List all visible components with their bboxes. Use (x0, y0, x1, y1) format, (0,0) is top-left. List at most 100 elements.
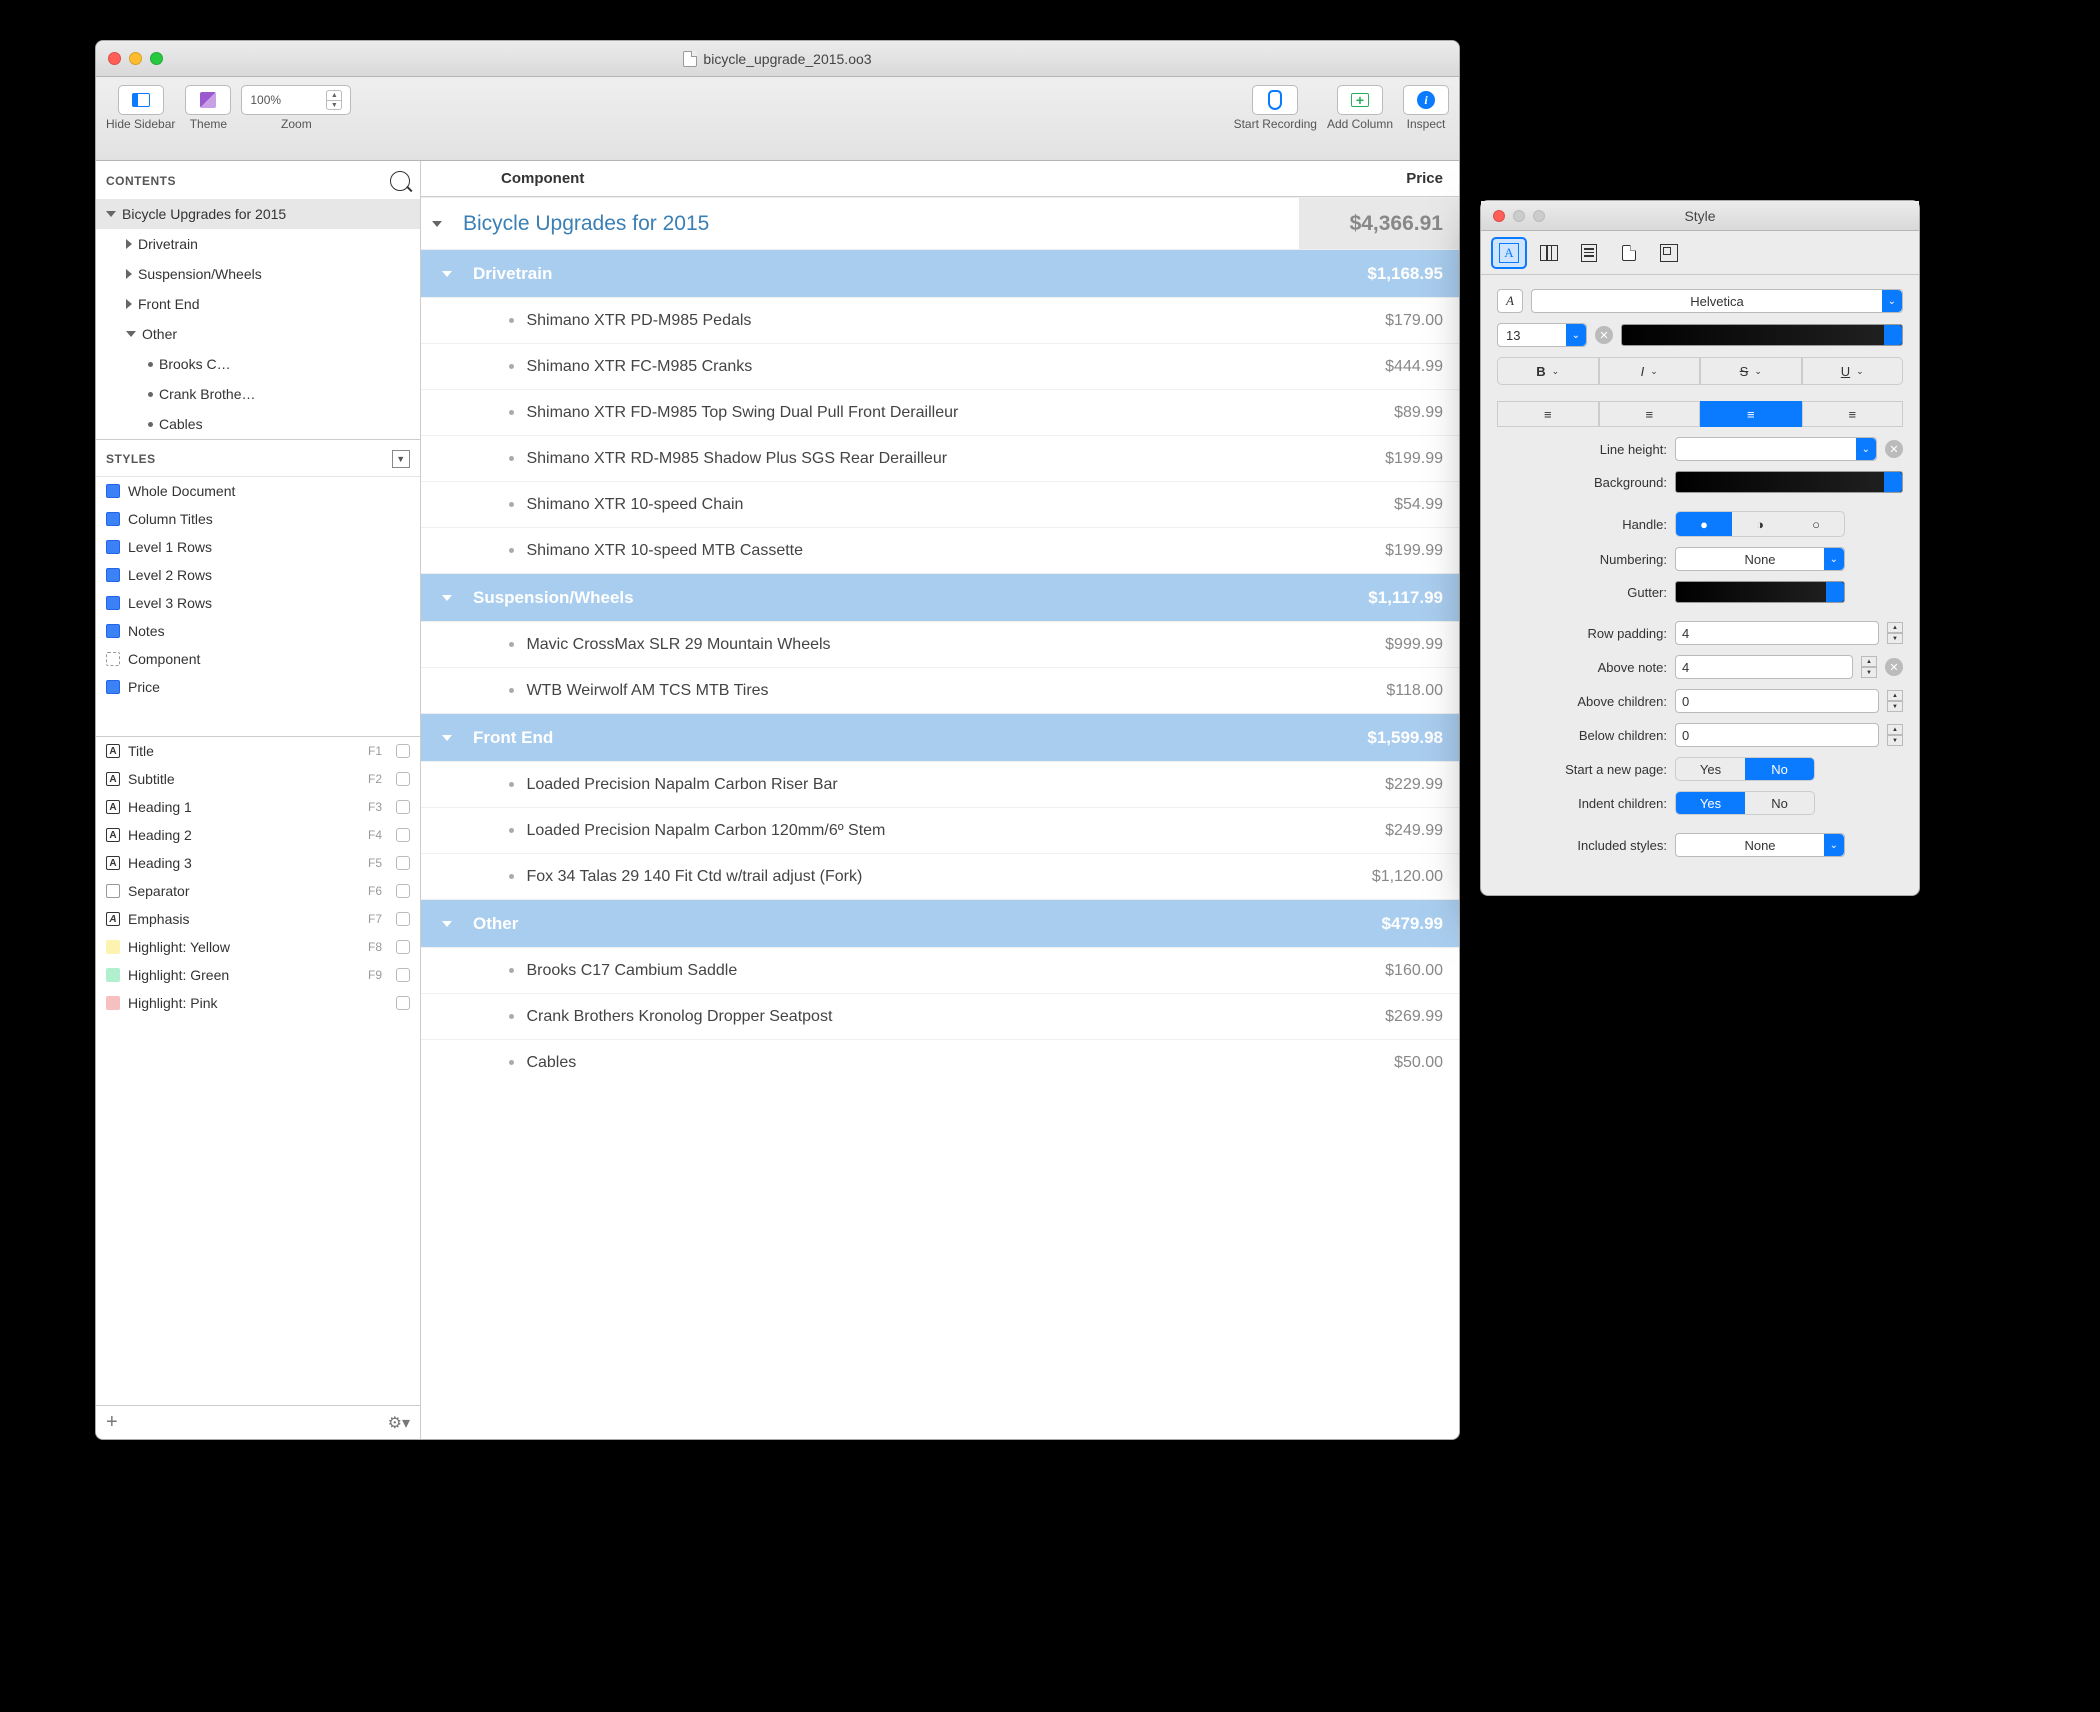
chevron-down-icon[interactable] (432, 221, 442, 227)
row-padding-input[interactable]: 4 (1675, 621, 1879, 645)
style-checkbox[interactable] (396, 912, 410, 926)
outline-row[interactable]: WTB Weirwolf AM TCS MTB Tires$118.00 (421, 667, 1459, 713)
inspector-titlebar[interactable]: Style (1481, 201, 1919, 231)
style-checkbox[interactable] (396, 968, 410, 982)
chevron-right-icon[interactable] (126, 239, 132, 249)
font-preview-icon[interactable]: A (1497, 289, 1523, 313)
strike-button[interactable]: S ⌄ (1700, 357, 1802, 385)
text-color-picker[interactable] (1621, 324, 1903, 346)
tree-item[interactable]: Cables (96, 409, 420, 439)
style-row[interactable]: AHeading 3F5 (96, 849, 420, 877)
style-row[interactable]: SeparatorF6 (96, 877, 420, 905)
font-size-select[interactable]: 13⌄ (1497, 323, 1587, 347)
style-row[interactable]: Price (96, 673, 420, 701)
style-row[interactable]: ASubtitleF2 (96, 765, 420, 793)
tree-item-other[interactable]: Other (96, 319, 420, 349)
chevron-down-icon[interactable] (442, 921, 452, 927)
background-color-picker[interactable] (1675, 471, 1903, 493)
chevron-down-icon[interactable] (442, 271, 452, 277)
numbering-select[interactable]: None⌄ (1675, 547, 1845, 571)
tab-columns[interactable] (1533, 239, 1565, 267)
hide-sidebar-button[interactable] (118, 85, 164, 115)
style-row[interactable]: Level 2 Rows (96, 561, 420, 589)
outline-row[interactable]: Loaded Precision Napalm Carbon Riser Bar… (421, 761, 1459, 807)
search-icon[interactable] (390, 171, 410, 191)
tree-item-drivetrain[interactable]: Drivetrain (96, 229, 420, 259)
align-right-button[interactable]: ≡ (1700, 401, 1802, 427)
outline-row[interactable]: Mavic CrossMax SLR 29 Mountain Wheels$99… (421, 621, 1459, 667)
included-styles-select[interactable]: None⌄ (1675, 833, 1845, 857)
outline-row[interactable]: Loaded Precision Napalm Carbon 120mm/6º … (421, 807, 1459, 853)
outline-row[interactable]: Shimano XTR FD-M985 Top Swing Dual Pull … (421, 389, 1459, 435)
style-row[interactable]: Highlight: GreenF9 (96, 961, 420, 989)
style-row[interactable]: AEmphasisF7 (96, 905, 420, 933)
tab-outline[interactable] (1573, 239, 1605, 267)
style-row[interactable]: Column Titles (96, 505, 420, 533)
stepper[interactable]: ▲▼ (1887, 690, 1903, 712)
style-row[interactable]: Component (96, 645, 420, 673)
outline-row[interactable]: Bicycle Upgrades for 2015$4,366.91 (421, 197, 1459, 249)
align-center-button[interactable]: ≡ (1599, 401, 1701, 427)
tree-item-suspension[interactable]: Suspension/Wheels (96, 259, 420, 289)
tab-document[interactable] (1613, 239, 1645, 267)
minimize-icon[interactable] (129, 52, 142, 65)
style-checkbox[interactable] (396, 772, 410, 786)
tree-item[interactable]: Crank Brothe… (96, 379, 420, 409)
outline-row[interactable]: Brooks C17 Cambium Saddle$160.00 (421, 947, 1459, 993)
styles-dropdown-icon[interactable]: ▼ (392, 450, 410, 468)
below-children-input[interactable]: 0 (1675, 723, 1879, 747)
tab-dimensions[interactable] (1653, 239, 1685, 267)
start-recording-button[interactable] (1252, 85, 1298, 115)
tab-style[interactable]: A (1493, 239, 1525, 267)
zoom-window-icon[interactable] (150, 52, 163, 65)
outline-row[interactable]: Fox 34 Talas 29 140 Fit Ctd w/trail adju… (421, 853, 1459, 899)
add-style-button[interactable]: + (106, 1411, 118, 1434)
style-row[interactable]: Level 1 Rows (96, 533, 420, 561)
outline-row[interactable]: Shimano XTR 10-speed Chain$54.99 (421, 481, 1459, 527)
style-row[interactable]: Notes (96, 617, 420, 645)
outline-row[interactable]: Shimano XTR FC-M985 Cranks$444.99 (421, 343, 1459, 389)
style-checkbox[interactable] (396, 856, 410, 870)
outline-row[interactable]: Front End$1,599.98 (421, 713, 1459, 761)
stepper[interactable]: ▲▼ (1887, 724, 1903, 746)
zoom-select[interactable]: 100% ▲▼ (241, 85, 351, 115)
theme-button[interactable] (185, 85, 231, 115)
chevron-down-icon[interactable] (106, 211, 116, 217)
stepper[interactable]: ▲▼ (1861, 656, 1877, 678)
clear-button[interactable]: ✕ (1885, 658, 1903, 676)
style-checkbox[interactable] (396, 828, 410, 842)
indent-children-toggle[interactable]: YesNo (1675, 791, 1815, 815)
above-children-input[interactable]: 0 (1675, 689, 1879, 713)
gear-icon[interactable]: ⚙︎▾ (388, 1413, 410, 1433)
align-left-button[interactable]: ≡ (1497, 401, 1599, 427)
style-row[interactable]: AHeading 1F3 (96, 793, 420, 821)
clear-size-button[interactable]: ✕ (1595, 326, 1613, 344)
style-row[interactable]: Level 3 Rows (96, 589, 420, 617)
italic-button[interactable]: I ⌄ (1599, 357, 1701, 385)
chevron-down-icon[interactable] (126, 331, 136, 337)
outline-row[interactable]: Suspension/Wheels$1,117.99 (421, 573, 1459, 621)
outline-row[interactable]: Shimano XTR 10-speed MTB Cassette$199.99 (421, 527, 1459, 573)
tree-item-frontend[interactable]: Front End (96, 289, 420, 319)
style-row[interactable]: Highlight: YellowF8 (96, 933, 420, 961)
style-checkbox[interactable] (396, 996, 410, 1010)
style-checkbox[interactable] (396, 800, 410, 814)
tree-root[interactable]: Bicycle Upgrades for 2015 (96, 199, 420, 229)
style-checkbox[interactable] (396, 884, 410, 898)
handle-segmented[interactable]: ●◑○ (1675, 511, 1845, 537)
outline-row[interactable]: Cables$50.00 (421, 1039, 1459, 1085)
gutter-color-picker[interactable] (1675, 581, 1845, 603)
tree-item[interactable]: Brooks C… (96, 349, 420, 379)
above-note-input[interactable]: 4 (1675, 655, 1853, 679)
outline-row[interactable]: Crank Brothers Kronolog Dropper Seatpost… (421, 993, 1459, 1039)
line-height-select[interactable]: ⌄ (1675, 437, 1877, 461)
clear-button[interactable]: ✕ (1885, 440, 1903, 458)
outline-row[interactable]: Other$479.99 (421, 899, 1459, 947)
style-row[interactable]: Whole Document (96, 477, 420, 505)
chevron-down-icon[interactable] (442, 735, 452, 741)
stepper[interactable]: ▲▼ (1887, 622, 1903, 644)
outline-row[interactable]: Drivetrain$1,168.95 (421, 249, 1459, 297)
underline-button[interactable]: U ⌄ (1802, 357, 1904, 385)
close-icon[interactable] (1493, 210, 1505, 222)
main-titlebar[interactable]: bicycle_upgrade_2015.oo3 (96, 41, 1459, 77)
